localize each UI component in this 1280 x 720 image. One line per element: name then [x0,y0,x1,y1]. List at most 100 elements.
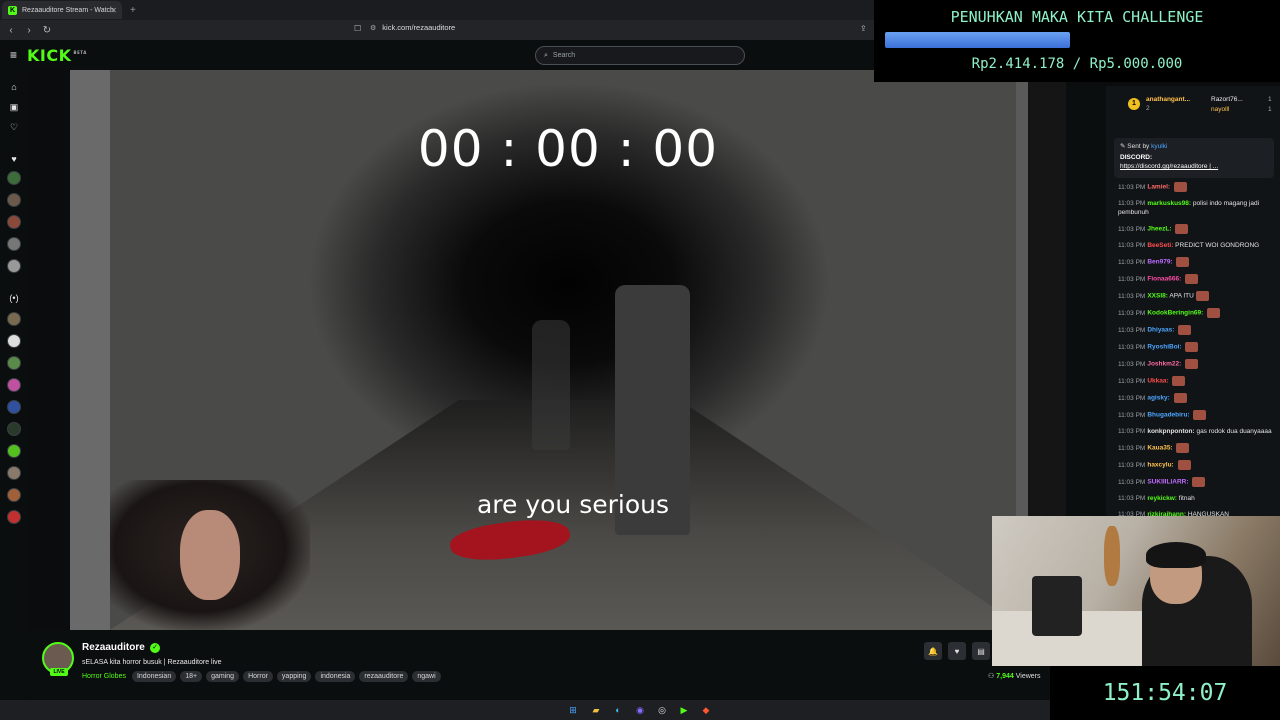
followed-channel-avatar[interactable] [7,193,21,207]
recommended-channel-avatar[interactable] [7,510,21,524]
site-info-icon[interactable]: ⚙ [370,24,376,32]
brave-browser-icon[interactable]: ◆ [700,704,712,716]
reload-icon[interactable]: ↻ [40,23,54,37]
recommended-channel-avatar[interactable] [7,400,21,414]
gifter-count: 2 [1146,105,1150,112]
pinned-link[interactable]: https://discord.gg/rezaauditore | ... [1120,163,1268,170]
message-time: 11:03 PM [1118,343,1146,351]
gifter-name[interactable]: nayolll [1211,106,1229,113]
message-time: 11:03 PM [1118,444,1146,452]
url-field[interactable]: ⚙ kick.com/rezaauditore [370,23,455,32]
pinned-label: DISCORD: [1120,154,1153,161]
pinned-message: ✎ Sent by kyulki DISCORD: https://discor… [1114,138,1274,178]
recommended-channel-avatar[interactable] [7,334,21,348]
notification-bell-button[interactable]: 🔔 [924,642,942,660]
new-tab-icon[interactable]: + [130,5,136,16]
tag-chip[interactable]: gaming [206,671,240,682]
kick-logo[interactable]: KICK BETA [27,46,87,65]
video-player[interactable]: 00 : 00 : 00 are you serious [70,70,1066,630]
message-username[interactable]: Ben979: [1147,259,1172,266]
category-link[interactable]: Horror Globes [82,673,126,680]
tag-chip[interactable]: rezaauditore [359,671,409,682]
followed-channel-avatar[interactable] [7,215,21,229]
share-icon[interactable]: ⇪ [860,24,867,33]
chat-panel: 1 anathangant... 2 Razort76... 1 nayolll… [1106,86,1280,516]
browse-icon[interactable]: ▣ [8,101,20,113]
search-input[interactable]: ⌕ Search [535,46,745,65]
message-username[interactable]: Kaua35: [1147,445,1172,452]
recommended-channel-avatar[interactable] [7,356,21,370]
message-username[interactable]: reykickw: [1147,495,1177,502]
emote-icon [1185,274,1199,284]
url-text: kick.com/rezaauditore [382,23,456,32]
emote-icon [1177,460,1191,470]
tag-chip[interactable]: indonesia [315,671,356,682]
search-icon: ⌕ [544,51,548,59]
tag-chip[interactable]: yapping [276,671,312,682]
live-badge: LIVE [50,668,68,676]
recommended-channel-avatar[interactable] [7,422,21,436]
tag-chip[interactable]: 18+ [180,671,203,682]
tag-chip[interactable]: Horror [243,671,273,682]
file-explorer-icon[interactable]: ▰ [590,704,602,716]
message-username[interactable]: konkpnponton: [1147,428,1194,435]
goal-amount: Rp2.414.178 / Rp5.000.000 [971,56,1183,72]
gifter-name[interactable]: anathangant... [1146,96,1190,103]
message-username[interactable]: Joshkm22: [1147,361,1181,368]
message-time: 11:03 PM [1118,411,1146,419]
message-username[interactable]: haxcylu: [1147,462,1173,469]
logo-beta: BETA [73,50,87,56]
message-time: 11:03 PM [1118,461,1146,469]
recommended-channel-avatar[interactable] [7,488,21,502]
message-username[interactable]: RyoshiBoi: [1147,344,1181,351]
followed-channel-avatar[interactable] [7,237,21,251]
followed-channel-avatar[interactable] [7,259,21,273]
message-username[interactable]: Lamiel: [1147,184,1170,191]
home-icon[interactable]: ⌂ [8,81,20,93]
obs-icon[interactable]: ◎ [656,704,668,716]
message-username[interactable]: KodokBeringin69: [1147,310,1203,317]
gift-sub-button[interactable]: ▤ [972,642,990,660]
follow-heart-button[interactable]: ♥ [948,642,966,660]
recommended-channel-avatar[interactable] [7,312,21,326]
chat-message: 11:03 PM haxcylu: [1118,460,1278,470]
recommended-channel-avatar[interactable] [7,378,21,392]
discord-icon[interactable]: ◉ [634,704,646,716]
following-icon[interactable]: ♡ [8,121,20,133]
bookmark-icon[interactable]: ☐ [354,24,361,33]
kick-app-icon[interactable]: ▶ [678,704,690,716]
browser-tab[interactable]: K Rezaauditore Stream - Watch ✕ [2,1,122,19]
gifter-name[interactable]: Razort76... [1211,96,1243,103]
message-username[interactable]: markuskus98: [1147,200,1191,207]
menu-icon[interactable]: ≡ [10,48,17,62]
tag-chip[interactable]: ngawi [412,671,441,682]
message-username[interactable]: BeeSeti: [1147,242,1173,249]
close-tab-icon[interactable]: ✕ [110,6,117,15]
message-username[interactable]: Dhiyaas: [1147,327,1174,334]
edge-browser-icon[interactable]: ◐ [612,704,624,716]
recommended-channel-avatar[interactable] [7,444,21,458]
chat-message: 11:03 PM XXSI8: APA ITU [1118,291,1278,301]
chat-message: 11:03 PM BeeSeti: PREDICT WOI GONDRONG [1118,241,1278,250]
pinned-sender[interactable]: kyulki [1151,143,1167,150]
message-username[interactable]: SUKIIILIARR: [1147,479,1188,486]
message-username[interactable]: JheezL: [1147,226,1171,233]
recommended-channel-avatar[interactable] [7,466,21,480]
message-username[interactable]: Ukkaa: [1147,378,1168,385]
message-username[interactable]: Bhugadebiru: [1147,412,1189,419]
channel-name[interactable]: Rezaauditore [82,642,145,653]
stream-tags: Horror Globes Indonesian 18+ gaming Horr… [82,671,445,682]
emote-icon [1175,224,1189,234]
forward-icon[interactable]: › [22,23,36,37]
followed-channel-avatar[interactable] [7,171,21,185]
message-username[interactable]: agisky: [1147,395,1169,402]
emote-icon [1172,376,1186,386]
message-username[interactable]: Fionaa666: [1147,276,1181,283]
chat-message: 11:03 PM konkpnponton: gas rodok dua duan… [1118,427,1278,436]
viewer-number: 7,944 [996,673,1014,680]
back-icon[interactable]: ‹ [4,23,18,37]
tab-title: Rezaauditore Stream - Watch [22,6,114,14]
start-icon[interactable]: ⊞ [567,704,579,716]
message-username[interactable]: XXSI8: [1147,293,1168,300]
tag-chip[interactable]: Indonesian [131,671,177,682]
